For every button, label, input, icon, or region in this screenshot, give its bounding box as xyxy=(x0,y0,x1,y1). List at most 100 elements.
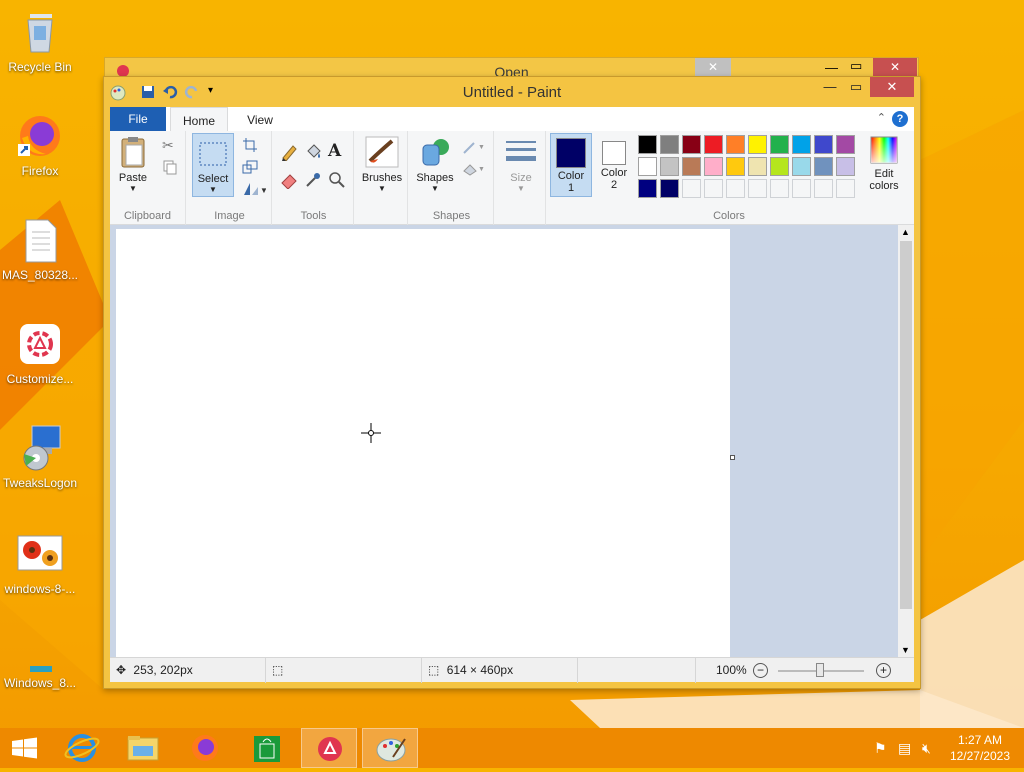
palette-swatch[interactable] xyxy=(638,157,657,176)
palette-swatch[interactable] xyxy=(748,157,767,176)
palette-swatch[interactable] xyxy=(836,135,855,154)
palette-swatch[interactable] xyxy=(704,135,723,154)
palette-swatch[interactable] xyxy=(638,135,657,154)
palette-swatch[interactable] xyxy=(814,135,833,154)
desktop-icon-recycle-bin[interactable]: Recycle Bin xyxy=(0,8,80,74)
drawing-canvas[interactable] xyxy=(116,229,730,657)
tab-view[interactable]: View xyxy=(236,107,284,131)
open-dialog-maximize-button[interactable]: ▭ xyxy=(850,58,862,74)
desktop-icon-mas-file[interactable]: MAS_80328... xyxy=(0,216,80,282)
palette-swatch[interactable] xyxy=(726,135,745,154)
copy-icon[interactable] xyxy=(162,159,178,175)
group-brushes: Brushes ▼ xyxy=(356,131,408,225)
crop-icon[interactable] xyxy=(242,137,258,153)
palette-swatch[interactable] xyxy=(660,179,679,198)
palette-swatch[interactable] xyxy=(660,157,679,176)
palette-swatch[interactable] xyxy=(638,179,657,198)
palette-swatch[interactable] xyxy=(836,179,855,198)
edit-colors-label-top: Edit xyxy=(874,168,894,180)
palette-swatch[interactable] xyxy=(770,135,789,154)
scroll-down-icon[interactable]: ▼ xyxy=(901,645,910,655)
cut-icon[interactable]: ✂ xyxy=(162,137,178,153)
palette-swatch[interactable] xyxy=(682,179,701,198)
paint-titlebar[interactable]: ▾ Untitled - Paint — ▭ ✕ xyxy=(104,77,920,107)
taskbar-internet-explorer[interactable] xyxy=(54,728,110,768)
palette-swatch[interactable] xyxy=(814,179,833,198)
desktop-icon-tweakslogon[interactable]: TweaksLogon xyxy=(0,424,80,490)
open-dialog-close-button[interactable]: ✕ xyxy=(695,58,731,76)
palette-swatch[interactable] xyxy=(660,135,679,154)
desktop-icon-customize[interactable]: Customize... xyxy=(0,320,80,386)
taskbar-file-explorer[interactable] xyxy=(115,728,171,768)
palette-swatch[interactable] xyxy=(814,157,833,176)
zoom-out-button[interactable]: − xyxy=(753,663,768,678)
shapes-button[interactable]: Shapes ▼ xyxy=(412,135,458,193)
palette-swatch[interactable] xyxy=(748,179,767,198)
tray-flag-icon[interactable]: ⚑ xyxy=(874,740,887,757)
fill-icon[interactable]: ▼ xyxy=(462,161,488,177)
paint-window[interactable]: ▾ Untitled - Paint — ▭ ✕ File Home View … xyxy=(103,76,921,689)
taskbar-paint[interactable] xyxy=(362,728,418,768)
zoom-slider-thumb[interactable] xyxy=(816,663,824,677)
eraser-icon[interactable] xyxy=(280,171,297,190)
tray-volume-muted-icon[interactable]: 🔇︎ xyxy=(922,740,931,757)
brushes-button[interactable]: Brushes ▼ xyxy=(358,135,406,193)
tab-file[interactable]: File xyxy=(110,107,166,131)
desktop-icon-windows-8-archive[interactable]: Windows_8... xyxy=(0,634,80,690)
zoom-in-button[interactable]: + xyxy=(876,663,891,678)
pencil-icon[interactable] xyxy=(280,143,297,162)
rotate-icon[interactable]: ▼ xyxy=(242,181,268,197)
brushes-dropdown-icon[interactable]: ▼ xyxy=(358,184,406,193)
start-button[interactable] xyxy=(0,728,50,768)
magnifier-icon[interactable] xyxy=(328,171,345,188)
fill-bucket-icon[interactable] xyxy=(304,143,321,159)
open-dialog-minimize-button[interactable]: — xyxy=(825,60,838,75)
shapes-dropdown-icon[interactable]: ▼ xyxy=(412,184,458,193)
palette-swatch[interactable] xyxy=(792,157,811,176)
palette-swatch[interactable] xyxy=(726,157,745,176)
color-picker-icon[interactable] xyxy=(304,171,320,187)
resize-icon[interactable] xyxy=(242,159,258,175)
palette-swatch[interactable] xyxy=(704,157,723,176)
taskbar-firefox[interactable] xyxy=(177,728,233,768)
palette-swatch[interactable] xyxy=(792,135,811,154)
tray-network-icon[interactable]: ▤ xyxy=(898,740,911,757)
palette-swatch[interactable] xyxy=(836,157,855,176)
palette-swatch[interactable] xyxy=(682,135,701,154)
desktop-icon-firefox[interactable]: Firefox xyxy=(0,112,80,178)
close-button[interactable]: ✕ xyxy=(870,77,914,97)
taskbar-clock[interactable]: 1:27 AM 12/27/2023 xyxy=(950,732,1010,764)
color2-button[interactable]: Color 2 xyxy=(594,133,634,191)
palette-swatch[interactable] xyxy=(726,179,745,198)
color1-button[interactable]: Color 1 xyxy=(550,133,592,197)
select-button[interactable]: Select ▼ xyxy=(192,133,234,197)
help-icon[interactable]: ? xyxy=(892,111,908,127)
palette-swatch[interactable] xyxy=(704,179,723,198)
minimize-button[interactable]: — xyxy=(818,79,842,99)
select-dropdown-icon[interactable]: ▼ xyxy=(193,185,233,194)
palette-swatch[interactable] xyxy=(682,157,701,176)
canvas-resize-handle[interactable] xyxy=(730,455,735,460)
palette-swatch[interactable] xyxy=(770,179,789,198)
palette-swatch[interactable] xyxy=(792,179,811,198)
paste-button[interactable]: Paste ▼ xyxy=(114,135,152,193)
edit-colors-button[interactable]: Edit colors xyxy=(864,135,904,192)
size-button[interactable]: Size ▼ xyxy=(500,139,542,193)
scroll-up-icon[interactable]: ▲ xyxy=(901,227,910,237)
taskbar-store[interactable] xyxy=(239,728,295,768)
palette-swatch[interactable] xyxy=(748,135,767,154)
palette-swatch[interactable] xyxy=(770,157,789,176)
open-dialog-close-x-button[interactable]: ✕ xyxy=(873,58,917,76)
brushes-label: Brushes xyxy=(361,172,403,184)
taskbar-customize-app[interactable] xyxy=(301,728,357,768)
canvas-area[interactable] xyxy=(110,225,898,657)
maximize-button[interactable]: ▭ xyxy=(844,79,868,99)
text-tool-icon[interactable]: A xyxy=(328,141,344,161)
scrollbar-thumb[interactable] xyxy=(900,241,912,609)
desktop-icon-windows-8-image[interactable]: windows-8-... xyxy=(0,530,80,596)
paste-dropdown-icon[interactable]: ▼ xyxy=(114,184,152,193)
tab-home[interactable]: Home xyxy=(170,107,228,131)
vertical-scrollbar[interactable]: ▲ ▼ xyxy=(898,225,914,657)
outline-icon[interactable]: ▼ xyxy=(462,139,488,155)
collapse-ribbon-icon[interactable]: ⌃ xyxy=(877,111,886,124)
